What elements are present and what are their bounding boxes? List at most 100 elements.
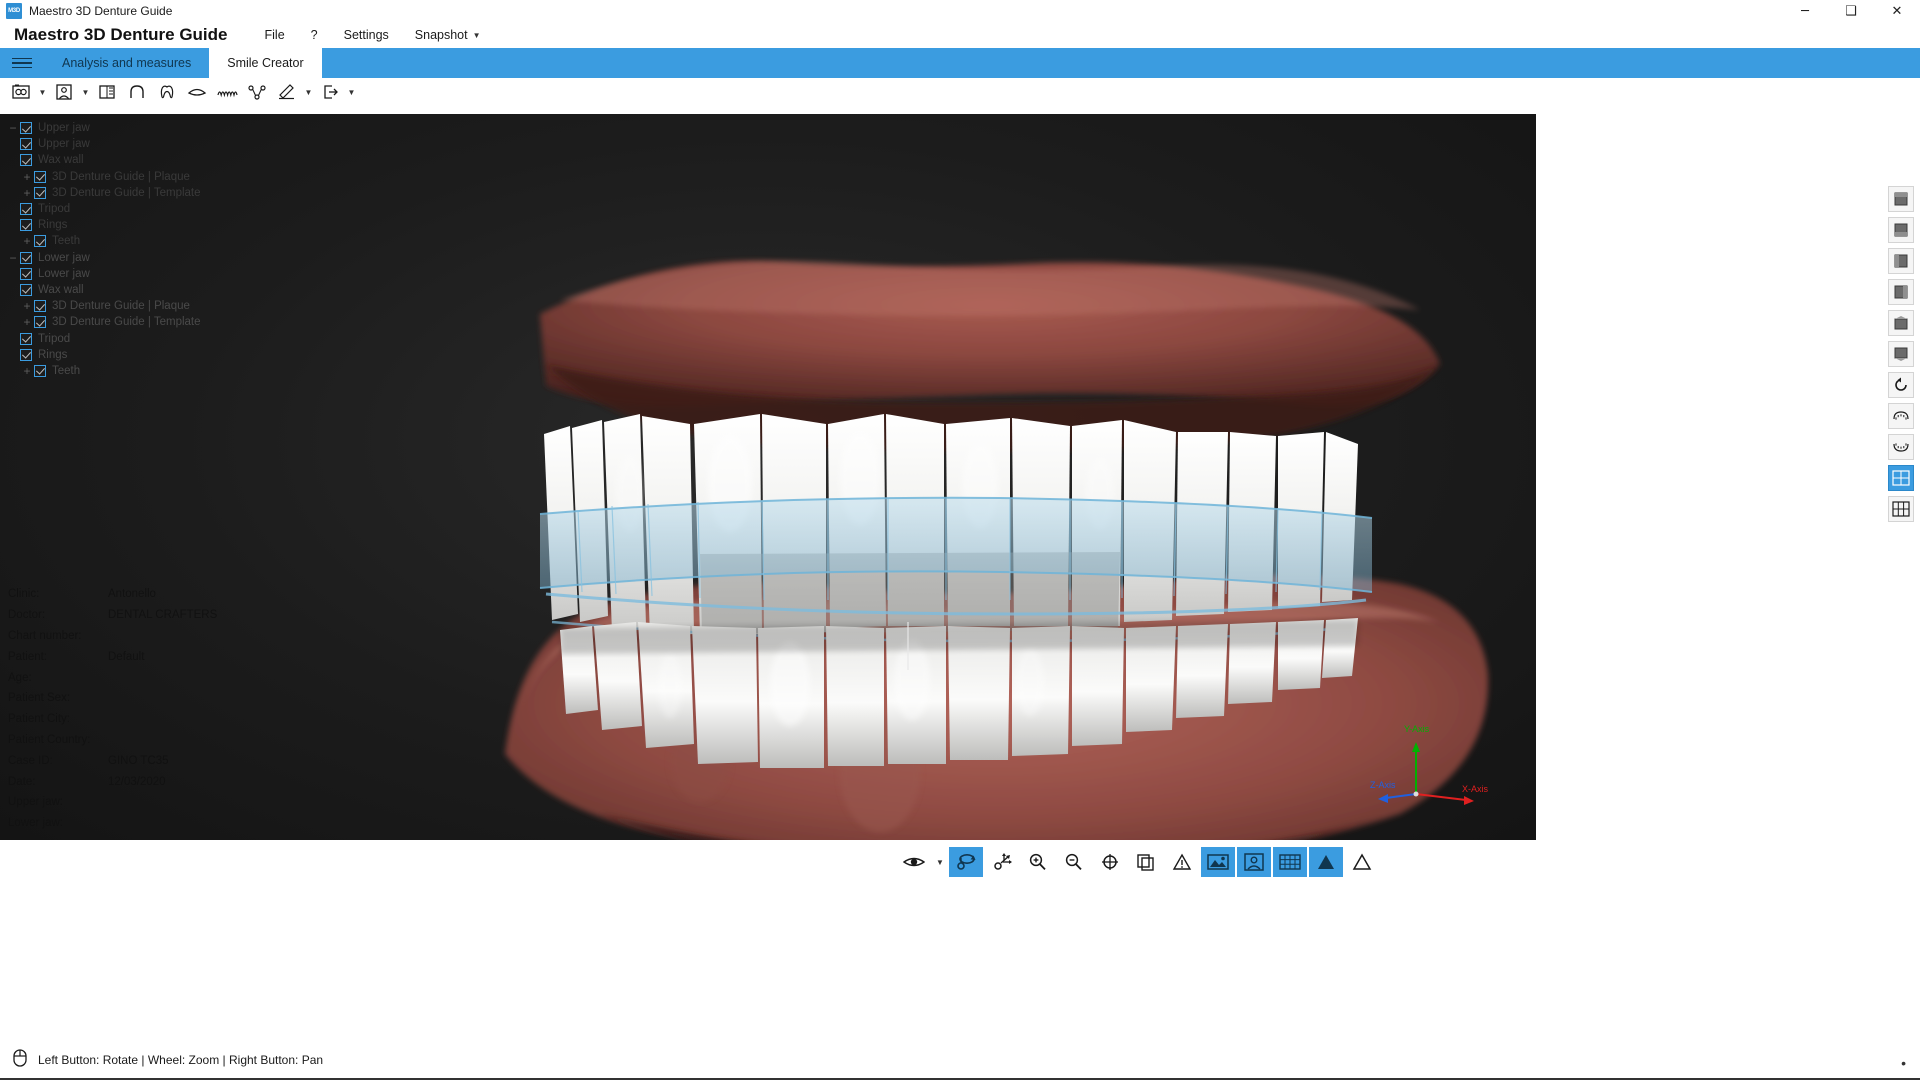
tree-expander[interactable]: + — [20, 300, 34, 312]
tooth-library-icon[interactable] — [152, 79, 182, 105]
info-key: Patient: — [8, 650, 47, 663]
tree-checkbox[interactable] — [20, 332, 32, 345]
icon-toolbar: ▼ ▼ ▼ ▼ — [0, 78, 1920, 106]
tree-row[interactable]: − Lower jaw — [6, 250, 300, 266]
info-row-date: Date: 12/03/2020 — [8, 771, 420, 792]
tree-row[interactable]: + 3D Denture Guide | Template — [6, 185, 300, 201]
patient-view-icon[interactable] — [1237, 847, 1271, 877]
menu-help[interactable]: ? — [298, 24, 331, 46]
tree-checkbox[interactable] — [34, 364, 46, 377]
tree-checkbox[interactable] — [20, 154, 32, 167]
tree-row[interactable]: Tripod — [6, 201, 300, 217]
articulation-icon[interactable] — [242, 79, 272, 105]
tree-checkbox[interactable] — [34, 186, 46, 199]
pencil-edit-icon[interactable] — [272, 79, 302, 105]
tree-checkbox[interactable] — [20, 251, 32, 264]
outline-mesh-icon[interactable] — [1345, 847, 1379, 877]
tree-checkbox[interactable] — [20, 138, 32, 151]
view-right-icon[interactable] — [1888, 279, 1914, 305]
info-row-age: Age: — [8, 667, 420, 688]
chevron-down-icon-open[interactable]: ▼ — [36, 79, 49, 105]
warning-triangle-icon[interactable] — [1165, 847, 1199, 877]
lip-line-icon[interactable] — [182, 79, 212, 105]
chevron-down-icon-visibility[interactable]: ▼ — [932, 847, 948, 877]
tree-row[interactable]: + Teeth — [6, 233, 300, 249]
occlusal-upper-icon[interactable] — [1888, 403, 1914, 429]
tree-row[interactable]: Rings — [6, 347, 300, 363]
statusbar-overflow-icon[interactable]: • — [1901, 1055, 1906, 1071]
tree-checkbox[interactable] — [34, 170, 46, 183]
chevron-down-icon-patient[interactable]: ▼ — [79, 79, 92, 105]
occlusal-lower-icon[interactable] — [1888, 434, 1914, 460]
minimize-button[interactable]: ─ — [1782, 0, 1828, 22]
open-project-icon[interactable] — [6, 79, 36, 105]
tab-smile-creator-label: Smile Creator — [227, 56, 304, 70]
tree-checkbox[interactable] — [20, 219, 32, 232]
chevron-down-icon-export[interactable]: ▼ — [345, 79, 358, 105]
tree-row[interactable]: + 3D Denture Guide | Plaque — [6, 169, 300, 185]
3d-viewport[interactable]: − Upper jaw Upper jaw Wax wall + 3D Dent… — [0, 114, 1536, 840]
chevron-down-icon-pencil[interactable]: ▼ — [302, 79, 315, 105]
zoom-out-icon[interactable] — [1057, 847, 1091, 877]
tree-row[interactable]: Wax wall — [6, 282, 300, 298]
eye-visibility-icon[interactable] — [897, 847, 931, 877]
tree-row[interactable]: Rings — [6, 217, 300, 233]
grid-view-icon[interactable] — [1888, 496, 1914, 522]
tree-expander[interactable]: − — [6, 122, 20, 134]
info-row-upper-jaw: Upper jaw: — [8, 792, 420, 813]
multi-view-icon[interactable] — [1888, 465, 1914, 491]
tree-row[interactable]: Wax wall — [6, 152, 300, 168]
tree-expander[interactable]: + — [20, 316, 34, 328]
tree-row[interactable]: + 3D Denture Guide | Plaque — [6, 298, 300, 314]
menu-settings[interactable]: Settings — [331, 24, 402, 46]
tab-smile-creator[interactable]: Smile Creator — [209, 48, 322, 78]
tree-expander[interactable]: + — [20, 365, 34, 377]
menu-snapshot[interactable]: Snapshot ▼ — [402, 24, 494, 46]
triangle-mesh-icon[interactable] — [1309, 847, 1343, 877]
tree-row[interactable]: Lower jaw — [6, 266, 300, 282]
tree-checkbox[interactable] — [20, 267, 32, 280]
tree-checkbox[interactable] — [34, 235, 46, 248]
copy-view-icon[interactable] — [1129, 847, 1163, 877]
screenshot-icon[interactable] — [1201, 847, 1235, 877]
tree-row[interactable]: Upper jaw — [6, 136, 300, 152]
view-back-icon[interactable] — [1888, 217, 1914, 243]
tree-expander[interactable]: + — [20, 235, 34, 247]
tree-checkbox[interactable] — [20, 348, 32, 361]
view-bottom-icon[interactable] — [1888, 341, 1914, 367]
tree-expander[interactable]: − — [6, 252, 20, 264]
tree-checkbox[interactable] — [20, 122, 32, 135]
menu-file[interactable]: File — [252, 24, 298, 46]
tree-row[interactable]: + 3D Denture Guide | Template — [6, 314, 300, 330]
tree-row[interactable]: + Teeth — [6, 363, 300, 379]
grid-overlay-icon[interactable] — [1273, 847, 1307, 877]
patient-photo-icon[interactable] — [49, 79, 79, 105]
zoom-fit-icon[interactable] — [1093, 847, 1127, 877]
tree-row[interactable]: − Upper jaw — [6, 120, 300, 136]
tree-row[interactable]: Tripod — [6, 330, 300, 346]
arch-curve-icon[interactable] — [122, 79, 152, 105]
rotate-tool-icon[interactable] — [949, 847, 983, 877]
zoom-in-icon[interactable] — [1021, 847, 1055, 877]
tree-checkbox[interactable] — [34, 316, 46, 329]
maximize-button[interactable]: ❑ — [1828, 0, 1874, 22]
export-icon[interactable] — [315, 79, 345, 105]
tab-analysis-and-measures[interactable]: Analysis and measures — [44, 48, 209, 78]
hamburger-icon[interactable] — [0, 48, 44, 78]
tree-checkbox[interactable] — [20, 283, 32, 296]
view-front-icon[interactable] — [1888, 186, 1914, 212]
gum-wave-icon[interactable] — [212, 79, 242, 105]
tree-expander[interactable]: + — [20, 171, 34, 183]
menu-bar: Maestro 3D Denture Guide File ? Settings… — [0, 22, 1920, 48]
tree-checkbox[interactable] — [34, 300, 46, 313]
info-key: Patient City: — [8, 713, 70, 726]
image-calibration-icon[interactable] — [92, 79, 122, 105]
reset-rotation-icon[interactable] — [1888, 372, 1914, 398]
view-left-icon[interactable] — [1888, 248, 1914, 274]
tree-expander[interactable]: + — [20, 187, 34, 199]
close-button[interactable]: ✕ — [1874, 0, 1920, 22]
view-top-icon[interactable] — [1888, 310, 1914, 336]
pan-tool-icon[interactable] — [985, 847, 1019, 877]
tree-checkbox[interactable] — [20, 203, 32, 216]
tree-label: 3D Denture Guide | Template — [52, 316, 201, 329]
